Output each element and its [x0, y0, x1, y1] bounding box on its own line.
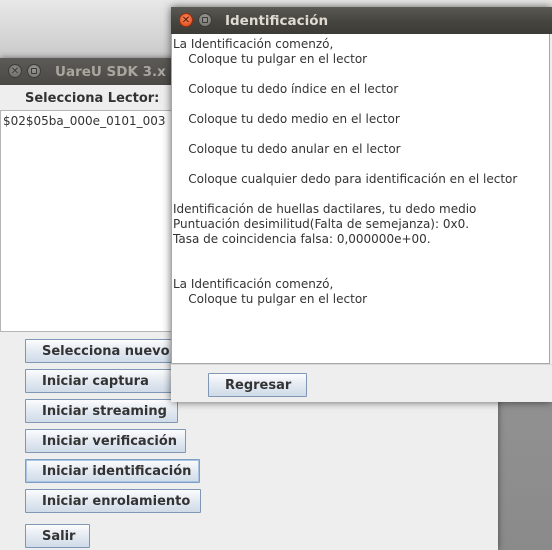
log-line: Coloque tu dedo anular en el lector — [173, 142, 401, 156]
log-line: Coloque tu dedo medio en el lector — [173, 112, 400, 126]
start-enrollment-button[interactable]: Iniciar enrolamiento — [25, 489, 201, 513]
identification-dialog: ✕ Identificación La Identificación comen… — [171, 7, 552, 402]
log-line: Tasa de coincidencia falsa: 0,000000e+00… — [173, 232, 431, 246]
minimize-icon[interactable] — [27, 64, 41, 78]
log-line: La Identificación comenzó, — [173, 37, 334, 51]
select-reader-label: Selecciona Lector: — [25, 91, 160, 106]
dialog-footer: Regresar — [171, 364, 552, 402]
log-line: Puntuación desimilitud(Falta de semejanz… — [173, 217, 470, 231]
reader-list[interactable]: $02$05ba_000e_0101_003 — [0, 110, 174, 332]
start-identification-button[interactable]: Iniciar identificación — [25, 459, 200, 483]
minimize-icon[interactable] — [198, 13, 212, 27]
close-icon[interactable]: ✕ — [179, 13, 193, 27]
log-line: La Identificación comenzó, — [173, 277, 334, 291]
exit-button[interactable]: Salir — [25, 524, 90, 548]
log-line: Coloque tu pulgar en el lector — [173, 292, 368, 306]
log-line: Coloque tu pulgar en el lector — [173, 52, 368, 66]
start-verification-button[interactable]: Iniciar verificación — [25, 429, 186, 453]
dialog-title: Identificación — [225, 13, 329, 29]
start-streaming-button[interactable]: Iniciar streaming — [25, 399, 178, 423]
list-item[interactable]: $02$05ba_000e_0101_003 — [1, 111, 173, 131]
dialog-titlebar[interactable]: ✕ Identificación — [171, 7, 552, 34]
log-line: Coloque cualquier dedo para identificaci… — [173, 172, 518, 186]
main-window-title: UareU SDK 3.x A — [55, 64, 182, 80]
start-capture-button[interactable]: Iniciar captura — [25, 369, 176, 393]
log-line: Coloque tu dedo índice en el lector — [173, 82, 399, 96]
identification-log[interactable]: La Identificación comenzó, Coloque tu pu… — [171, 34, 550, 364]
close-icon[interactable]: ✕ — [8, 64, 22, 78]
log-line: Identificación de huellas dactilares, tu… — [173, 202, 477, 216]
back-button[interactable]: Regresar — [208, 373, 307, 397]
select-new-reader-button[interactable]: Selecciona nuevo l — [25, 339, 185, 363]
